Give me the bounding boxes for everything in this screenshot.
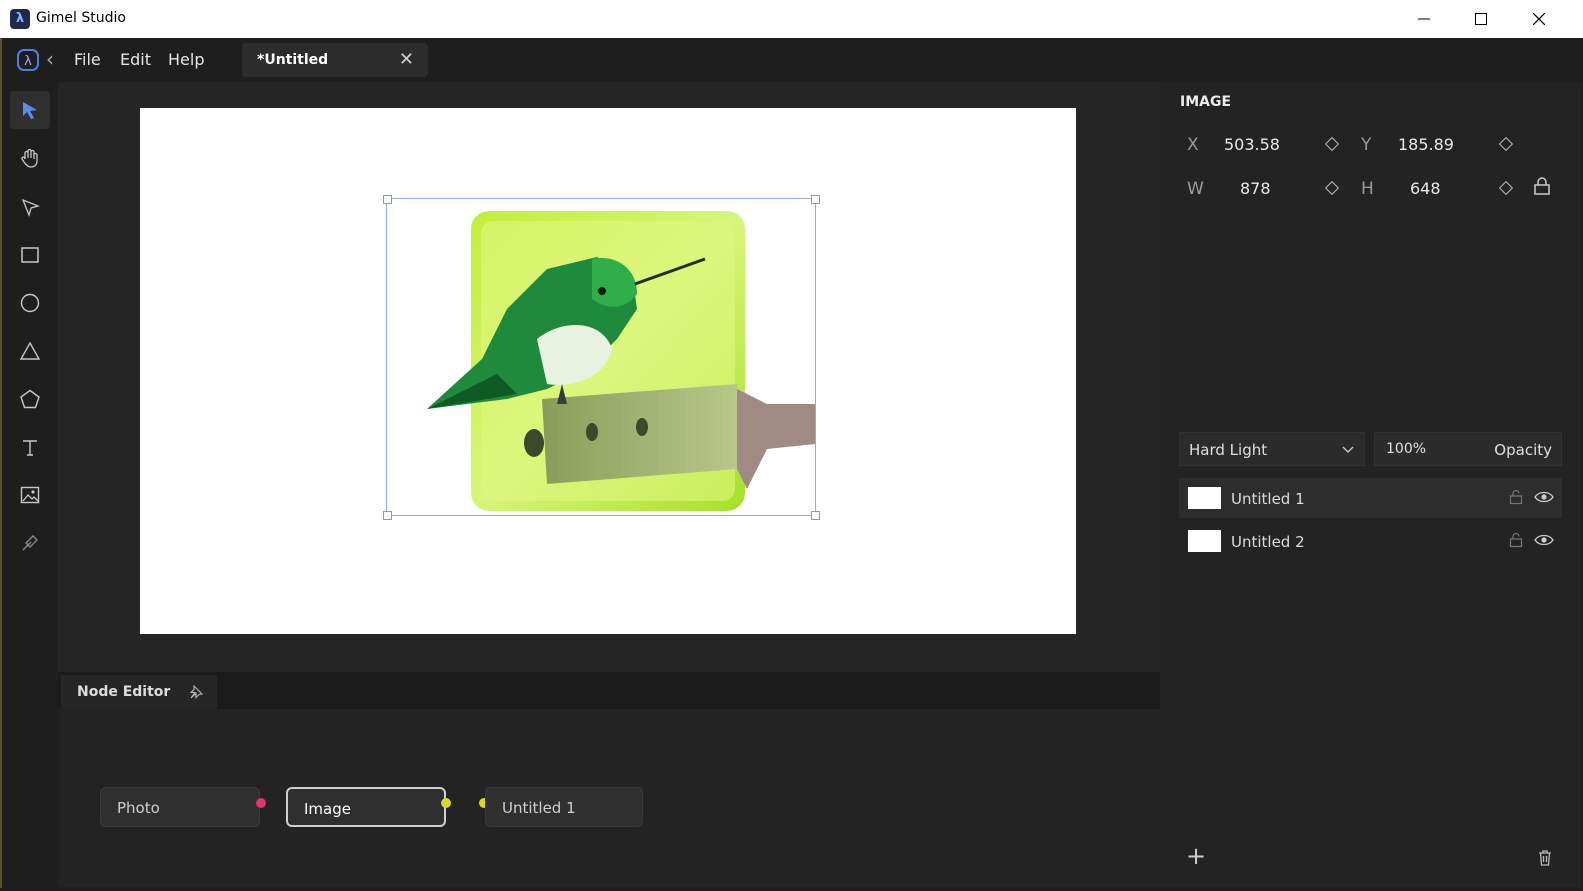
y-label: Y (1361, 135, 1372, 155)
resize-handle-top-right[interactable] (811, 195, 820, 204)
hummingbird-image (387, 199, 815, 515)
window-title: Gimel Studio (36, 10, 126, 26)
properties-panel: IMAGE X 503.58 Y 185.89 W 878 H 648 Hard… (1160, 82, 1581, 887)
node-image[interactable]: Image (286, 787, 446, 827)
aspect-lock-icon[interactable] (1533, 176, 1551, 196)
close-tab-icon[interactable]: ✕ (399, 49, 414, 70)
unlock-icon[interactable] (1509, 489, 1523, 505)
x-label: X (1187, 135, 1199, 155)
node-output-socket[interactable] (256, 798, 266, 808)
pointer-arrow-icon (23, 102, 37, 119)
rectangle-icon (21, 247, 39, 263)
layer-row[interactable]: Untitled 2 (1179, 521, 1562, 561)
collapse-chevron-icon[interactable]: ‹ (46, 47, 54, 71)
node-editor-tab[interactable]: Node Editor (61, 675, 217, 709)
minimize-button[interactable] (1395, 0, 1453, 38)
layer-thumbnail (1188, 530, 1221, 552)
chevron-down-icon (1342, 446, 1354, 453)
node-editor-panel[interactable]: Node Editor Photo Image Untitled 1 (58, 672, 1160, 887)
resize-handle-bottom-right[interactable] (811, 511, 820, 520)
hand-tool-button[interactable] (10, 139, 50, 177)
keyframe-x-icon[interactable] (1324, 136, 1340, 152)
direct-select-icon (21, 198, 41, 218)
unlock-icon[interactable] (1509, 532, 1523, 548)
app-menu-button[interactable]: λ (16, 48, 40, 72)
pin-icon[interactable] (189, 685, 203, 699)
x-field[interactable]: 503.58 (1224, 135, 1280, 154)
menu-bar: λ ‹ File Edit Help *Untitled ✕ (2, 38, 1581, 82)
node-untitled-1[interactable]: Untitled 1 (485, 787, 643, 827)
text-icon (23, 440, 37, 456)
eyedropper-icon (22, 535, 38, 551)
menu-edit[interactable]: Edit (120, 50, 151, 69)
polygon-tool-button[interactable] (10, 380, 50, 418)
resize-handle-bottom-left[interactable] (383, 511, 392, 520)
visibility-eye-icon[interactable] (1534, 490, 1554, 504)
node-label: Image (304, 800, 351, 818)
pentagon-icon (20, 389, 40, 409)
opacity-label: Opacity (1494, 441, 1552, 459)
opacity-value: 100% (1386, 441, 1427, 457)
visibility-eye-icon[interactable] (1534, 533, 1554, 547)
menu-file[interactable]: File (74, 50, 101, 69)
height-field[interactable]: 648 (1410, 179, 1441, 198)
circle-icon (20, 293, 40, 313)
maximize-button[interactable] (1452, 0, 1510, 38)
selected-image-layer[interactable] (383, 195, 820, 520)
width-field[interactable]: 878 (1240, 179, 1271, 198)
document-tab[interactable]: *Untitled ✕ (242, 43, 428, 77)
menu-help[interactable]: Help (168, 50, 204, 69)
text-tool-button[interactable] (10, 428, 50, 466)
document-tab-label: *Untitled (257, 52, 329, 68)
node-select-tool-button[interactable] (10, 188, 50, 226)
blend-mode-value: Hard Light (1189, 441, 1268, 459)
layer-row[interactable]: Untitled 1 (1179, 478, 1562, 518)
y-field[interactable]: 185.89 (1398, 135, 1454, 154)
eyedropper-tool-button[interactable] (10, 524, 50, 562)
image-icon (20, 486, 40, 504)
keyframe-h-icon[interactable] (1498, 180, 1514, 196)
app-logo-icon: λ (17, 49, 39, 71)
tool-bar (2, 82, 58, 887)
opacity-field[interactable]: 100% Opacity (1374, 432, 1562, 466)
triangle-icon (19, 341, 41, 360)
node-editor-header: Node Editor (58, 672, 1160, 709)
node-output-socket[interactable] (441, 798, 451, 808)
resize-handle-top-left[interactable] (383, 195, 392, 204)
add-layer-button[interactable]: + (1186, 844, 1206, 868)
layer-name: Untitled 1 (1231, 490, 1305, 508)
ellipse-tool-button[interactable] (10, 284, 50, 322)
svg-text:λ: λ (24, 54, 32, 69)
hand-icon (21, 148, 38, 168)
app-logo-icon: λ (10, 9, 30, 29)
blend-mode-select[interactable]: Hard Light (1179, 432, 1365, 466)
section-title: IMAGE (1180, 94, 1232, 110)
keyframe-w-icon[interactable] (1324, 180, 1340, 196)
w-label: W (1187, 179, 1204, 199)
select-tool-button[interactable] (10, 91, 50, 129)
node-photo[interactable]: Photo (100, 787, 260, 827)
close-window-button[interactable] (1510, 0, 1568, 38)
maximize-icon (1475, 13, 1487, 25)
canvas-viewport[interactable] (58, 82, 1160, 672)
rectangle-tool-button[interactable] (10, 236, 50, 274)
layer-thumbnail (1188, 487, 1221, 509)
minimize-icon (1418, 18, 1430, 20)
image-tool-button[interactable] (10, 476, 50, 514)
document-page[interactable] (140, 108, 1076, 634)
keyframe-y-icon[interactable] (1498, 136, 1514, 152)
node-label: Untitled 1 (502, 799, 576, 817)
layer-name: Untitled 2 (1231, 533, 1305, 551)
h-label: H (1361, 179, 1374, 199)
trash-icon[interactable] (1537, 849, 1553, 867)
node-label: Photo (117, 799, 160, 817)
close-icon (1533, 13, 1545, 25)
triangle-tool-button[interactable] (10, 332, 50, 370)
title-bar: λ Gimel Studio (0, 0, 1583, 38)
node-editor-title: Node Editor (77, 684, 171, 700)
